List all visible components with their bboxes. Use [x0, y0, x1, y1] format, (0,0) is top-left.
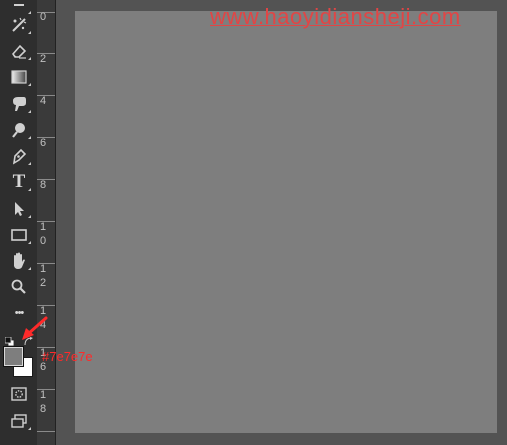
ruler-label-4: 4	[40, 95, 47, 107]
spot-healing-brush-icon	[12, 17, 27, 32]
eraser-flyout	[28, 57, 31, 60]
rectangle-tool[interactable]	[6, 224, 32, 246]
pen-flyout	[28, 162, 31, 165]
pen-tool[interactable]	[6, 145, 32, 167]
annotation-arrow-icon	[22, 316, 48, 340]
screen-mode-button[interactable]	[6, 410, 32, 432]
spot-healing-flyout	[28, 31, 31, 34]
move-icon	[14, 4, 24, 6]
type-flyout	[28, 188, 31, 191]
spot-healing-brush-tool[interactable]	[6, 14, 32, 36]
quick-mask-button[interactable]	[6, 383, 32, 405]
smudge-icon	[13, 97, 26, 111]
zoom-icon	[11, 279, 26, 294]
hand-flyout	[28, 267, 31, 270]
document-canvas[interactable]	[75, 11, 497, 433]
screen-mode-flyout	[28, 427, 31, 430]
type-tool[interactable]: T	[6, 171, 32, 193]
gradient-icon	[11, 70, 27, 84]
gradient-flyout	[28, 83, 31, 86]
ruler-label-18: 1 8	[40, 389, 47, 415]
rectangle-icon	[11, 229, 27, 241]
ruler-label-0: 0	[40, 11, 47, 23]
gradient-tool[interactable]	[6, 66, 32, 88]
ruler-label-10: 1 0	[40, 221, 47, 247]
zoom-tool[interactable]	[6, 276, 32, 298]
ruler-label-6: 6	[40, 137, 47, 149]
quick-mask-icon	[11, 387, 27, 401]
ruler-tick	[37, 431, 55, 432]
path-selection-icon	[15, 202, 24, 216]
tools-panel: T •••	[0, 0, 37, 445]
path-selection-tool[interactable]	[6, 198, 32, 220]
smudge-tool[interactable]	[6, 93, 32, 115]
foreground-hex-annotation: #7e7e7e	[42, 349, 93, 364]
dodge-tool[interactable]	[6, 119, 32, 141]
foreground-color-swatch[interactable]	[3, 346, 24, 367]
watermark-text: www.haoyidiansheji.com	[210, 4, 461, 29]
canvas-pasteboard[interactable]	[56, 0, 507, 445]
hand-tool[interactable]	[6, 250, 32, 272]
smudge-flyout	[28, 110, 31, 113]
eraser-tool[interactable]	[6, 40, 32, 62]
ruler-label-8: 8	[40, 179, 47, 191]
pen-icon	[12, 148, 27, 165]
type-icon: T	[12, 171, 26, 192]
default-colors-icon	[4, 336, 15, 347]
dodge-flyout	[28, 136, 31, 139]
ruler-label-12: 1 2	[40, 263, 47, 289]
rectangle-flyout	[28, 241, 31, 244]
dodge-icon	[12, 123, 25, 138]
screen-mode-icon	[11, 414, 27, 428]
eraser-icon	[11, 44, 27, 59]
default-colors-button[interactable]	[4, 333, 15, 347]
path-selection-flyout	[28, 215, 31, 218]
vertical-ruler[interactable]: 0 2 4 6 8 1 0 1 2 1 4 1 6 1 8	[37, 0, 56, 445]
ruler-label-2: 2	[40, 53, 47, 65]
hand-icon	[14, 252, 25, 269]
